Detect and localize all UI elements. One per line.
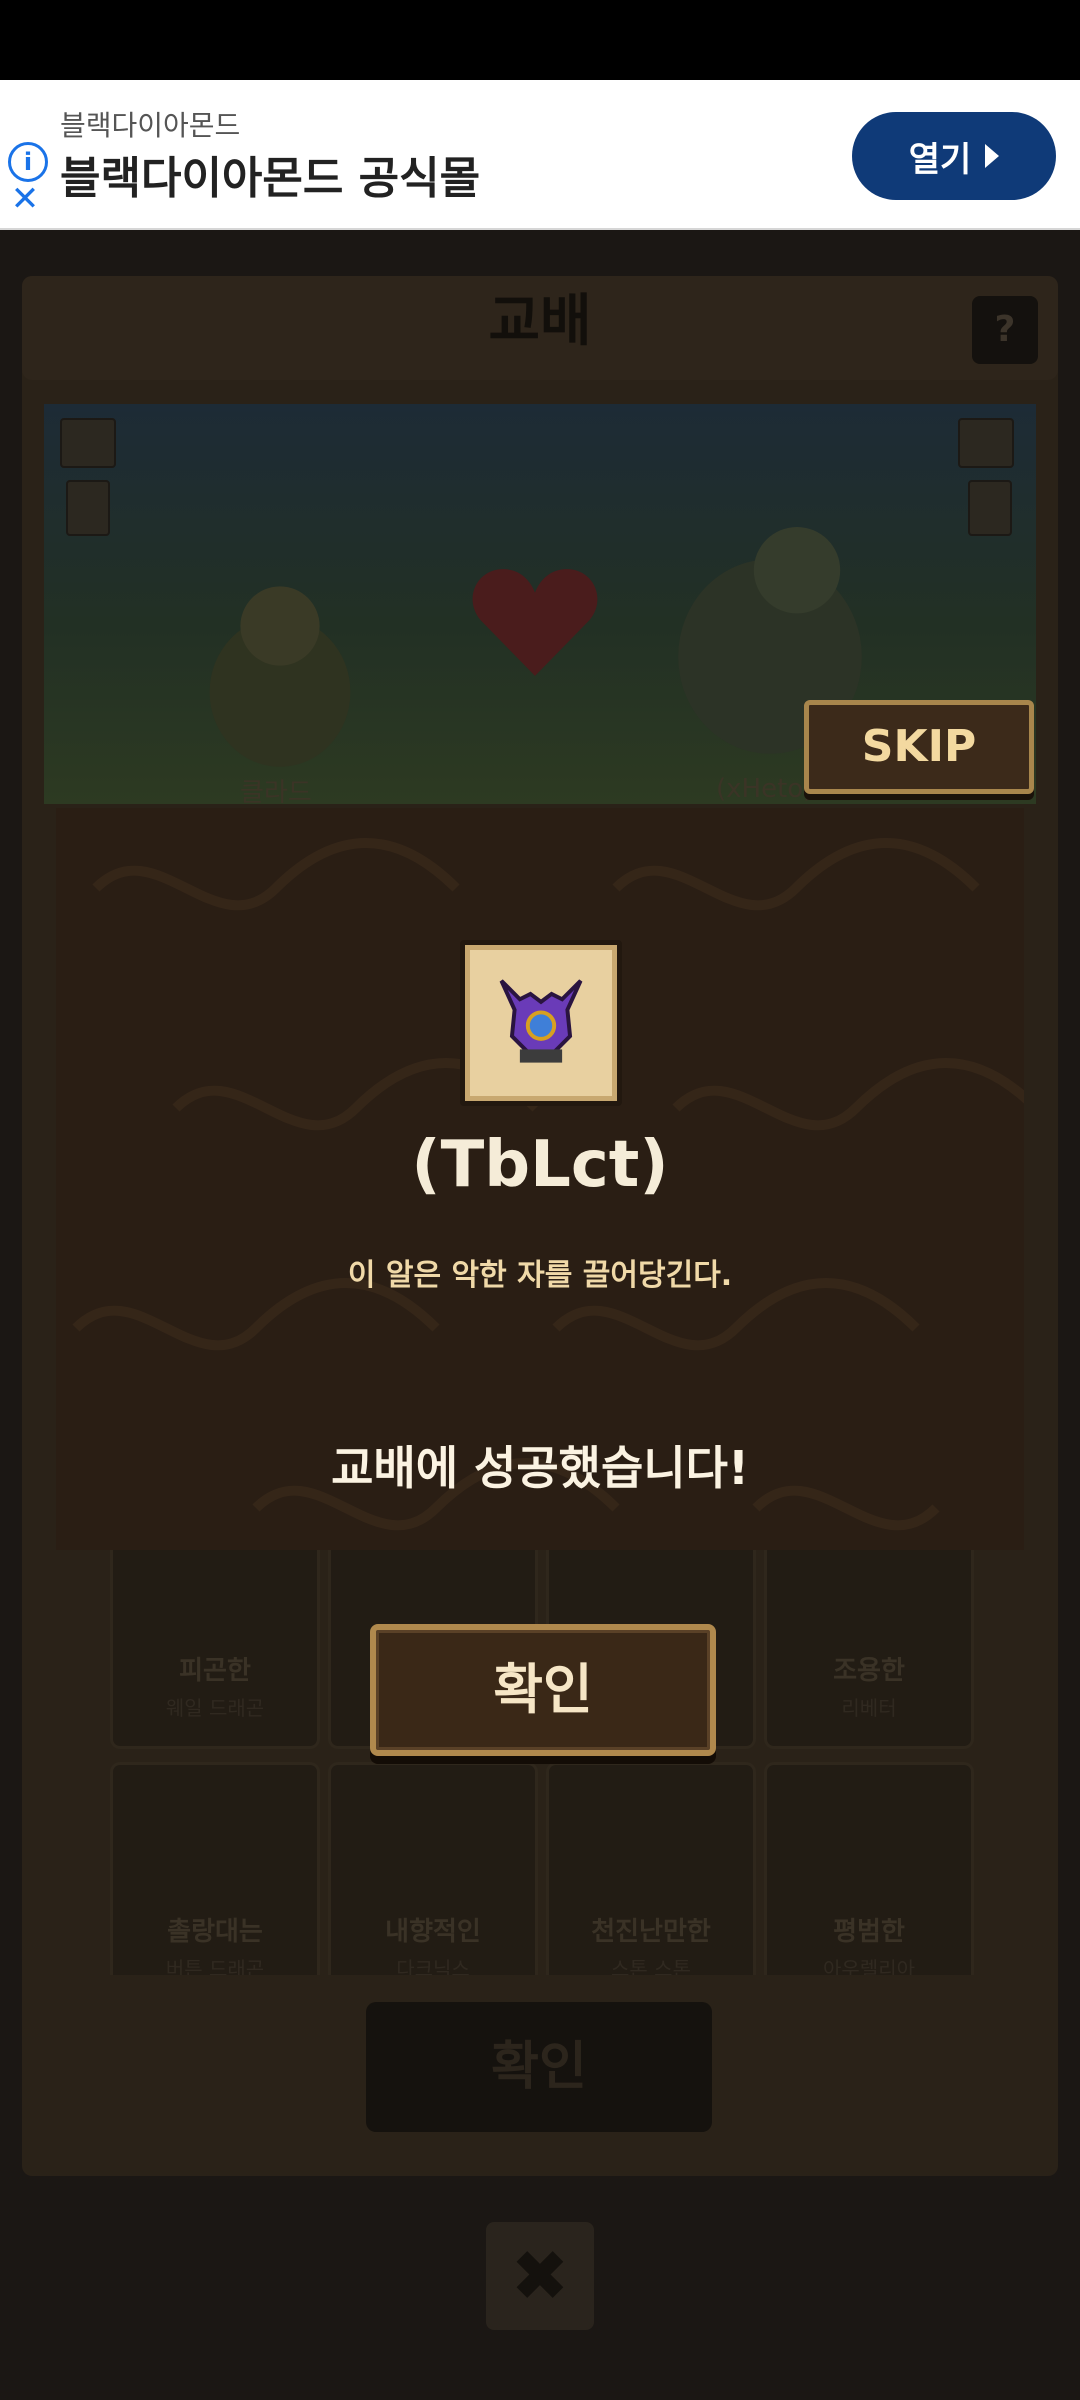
gem-icon-right bbox=[968, 480, 1012, 536]
card-species: 다크닉스 bbox=[396, 1957, 470, 1975]
dragon-card[interactable]: 피곤한 웨일 드래곤 bbox=[110, 1550, 320, 1749]
card-name: 조용한 bbox=[833, 1656, 905, 1686]
item-description: 이 알은 악한 자를 끌어당긴다. bbox=[347, 1258, 733, 1293]
help-button[interactable]: ? bbox=[972, 296, 1038, 364]
heart-icon bbox=[472, 569, 598, 676]
dragon-card[interactable]: 천진난만한 스톤 스톤 bbox=[546, 1762, 756, 1975]
ad-banner[interactable]: i ✕ 블랙다이아몬드 블랙다이아몬드 공식몰 열기 bbox=[0, 80, 1080, 230]
status-bar bbox=[0, 0, 1080, 80]
card-name: 평범한 bbox=[833, 1917, 905, 1947]
skip-button[interactable]: SKIP bbox=[804, 700, 1034, 794]
gem-icon-left bbox=[66, 480, 110, 536]
dragon-card[interactable]: 촐랑대는 버튼 드래곤 bbox=[110, 1762, 320, 1975]
ad-brand: 블랙다이아몬드 bbox=[60, 109, 241, 142]
stat-icon-left bbox=[60, 418, 116, 468]
page-title: 교배 bbox=[488, 289, 592, 354]
parent-right-name: (xHeto) bbox=[716, 774, 814, 804]
item-name: (TbLct) bbox=[411, 1128, 669, 1202]
card-name: 내향적인 bbox=[385, 1917, 481, 1947]
confirm-button[interactable]: 확인 bbox=[370, 1624, 716, 1756]
parent-left-name: 클라드 bbox=[240, 778, 312, 808]
card-name: 피곤한 bbox=[179, 1656, 251, 1686]
ad-open-button[interactable]: 열기 bbox=[852, 112, 1056, 200]
card-species: 아우렐리아 bbox=[823, 1957, 915, 1975]
dragon-card[interactable]: 내향적인 다크닉스 bbox=[328, 1762, 538, 1975]
ad-title[interactable]: 블랙다이아몬드 공식몰 bbox=[60, 142, 480, 206]
item-frame bbox=[460, 940, 622, 1106]
card-name: 촐랑대는 bbox=[167, 1917, 263, 1947]
card-species: 버튼 드래곤 bbox=[165, 1957, 265, 1975]
success-message: 교배에 성공했습니다! bbox=[331, 1441, 749, 1495]
stat-icon-right bbox=[958, 418, 1014, 468]
info-icon[interactable]: i bbox=[8, 142, 48, 182]
play-arrow-icon bbox=[985, 144, 1000, 168]
card-species: 스톤 스톤 bbox=[611, 1957, 691, 1975]
confirm-button-background: 확인 bbox=[366, 2002, 712, 2132]
card-species: 웨일 드래곤 bbox=[165, 1696, 265, 1720]
close-icon[interactable]: ✖ bbox=[486, 2222, 594, 2330]
dragon-card[interactable]: 평범한 아우렐리아 bbox=[764, 1762, 974, 1975]
card-name: 천진난만한 bbox=[591, 1917, 711, 1947]
close-icon[interactable]: ✕ bbox=[6, 180, 44, 218]
dragon-left-sprite bbox=[209, 586, 351, 767]
card-species: 리베터 bbox=[841, 1696, 897, 1720]
dragon-card[interactable]: 조용한 리베터 bbox=[764, 1550, 974, 1749]
ad-open-label: 열기 bbox=[908, 139, 972, 180]
egg-item-icon bbox=[499, 979, 583, 1063]
